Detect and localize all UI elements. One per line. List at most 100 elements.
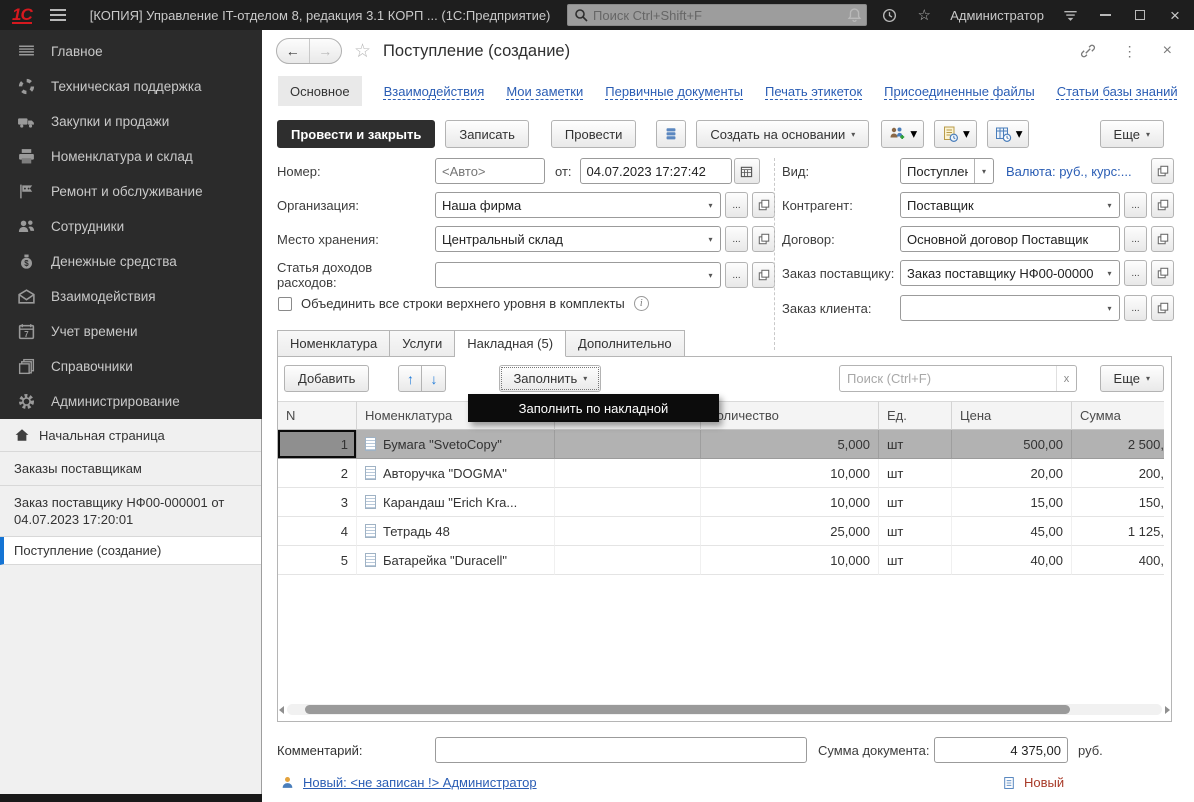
cell-price[interactable]: 15,00	[952, 488, 1072, 517]
close-window-button[interactable]: ×	[1166, 6, 1184, 24]
client-order-choose-button[interactable]: ...	[1124, 295, 1147, 321]
tab-prisoedinennye-fayly[interactable]: Присоединенные файлы	[884, 84, 1035, 99]
col-summa[interactable]: Сумма	[1072, 401, 1164, 430]
info-icon[interactable]: i	[634, 296, 649, 311]
cell-nomenclature[interactable]: Бумага "SvetoCopy"	[357, 430, 555, 459]
get-link-icon[interactable]	[1079, 42, 1097, 60]
combo-arrow-icon[interactable]: ▾	[1100, 201, 1119, 210]
expense-item-combo[interactable]: ▾	[435, 262, 721, 288]
organization-combo[interactable]: ▾	[435, 192, 721, 218]
cell-nomenclature[interactable]: Авторучка "DOGMA"	[357, 459, 555, 488]
current-user[interactable]: Администратор	[950, 8, 1044, 23]
global-search[interactable]	[567, 4, 867, 26]
cell-n[interactable]: 2	[278, 459, 357, 488]
history-icon[interactable]	[880, 6, 898, 24]
panel-collapse-icon[interactable]	[1061, 6, 1079, 24]
favorite-star-icon[interactable]: ☆	[354, 40, 371, 63]
supplier-order-choose-button[interactable]: ...	[1124, 260, 1147, 286]
cell-qty[interactable]: 5,000	[701, 430, 879, 459]
cell-extra[interactable]	[555, 459, 701, 488]
fill-dropdown-button[interactable]: Заполнить ▾	[499, 365, 601, 392]
contract-input[interactable]	[900, 226, 1120, 252]
cell-extra[interactable]	[555, 517, 701, 546]
cell-price[interactable]: 40,00	[952, 546, 1072, 575]
cell-sum[interactable]: 2 500,	[1072, 430, 1164, 459]
sidebar-item-uchet-vremeni[interactable]: 7 Учет времени	[0, 314, 262, 349]
total-input[interactable]	[934, 737, 1068, 763]
organization-input[interactable]	[436, 198, 701, 213]
organization-open-button[interactable]	[752, 192, 775, 218]
combo-arrow-icon[interactable]: ▾	[701, 271, 720, 280]
combine-checkbox[interactable]	[278, 297, 292, 311]
col-cena[interactable]: Цена	[952, 401, 1072, 430]
sidebar-item-administrirovanie[interactable]: Администрирование	[0, 384, 262, 419]
close-document-button[interactable]: ×	[1163, 42, 1172, 60]
sidebar-item-vzaimodeystviya[interactable]: Взаимодействия	[0, 279, 262, 314]
cell-sum[interactable]: 400,	[1072, 546, 1164, 575]
number-input[interactable]	[435, 158, 545, 184]
write-button[interactable]: Записать	[445, 120, 529, 148]
clear-search-icon[interactable]: x	[1056, 366, 1076, 391]
client-order-open-button[interactable]	[1151, 295, 1174, 321]
table-row[interactable]: 1 Бумага "SvetoCopy" 5,000 шт 500,00 2 5…	[278, 430, 1164, 459]
grid-more-button[interactable]: Еще ▾	[1100, 365, 1164, 392]
cell-unit[interactable]: шт	[879, 459, 952, 488]
nav-window-receipt-active[interactable]: Поступление (создание)	[0, 537, 261, 565]
forward-button[interactable]: →	[310, 39, 342, 63]
contractor-input[interactable]	[901, 198, 1100, 213]
cell-nomenclature[interactable]: Батарейка "Duracell"	[357, 546, 555, 575]
document-more-button[interactable]: Еще ▾	[1100, 120, 1164, 148]
combo-arrow-icon[interactable]: ▾	[701, 201, 720, 210]
notifications-bell-icon[interactable]	[845, 6, 863, 24]
nav-home[interactable]: Начальная страница	[0, 419, 261, 452]
cell-n[interactable]: 3	[278, 488, 357, 517]
calendar-picker-button[interactable]	[734, 158, 760, 184]
add-row-button[interactable]: Добавить	[284, 365, 369, 392]
storage-input[interactable]	[436, 232, 701, 247]
back-button[interactable]: ←	[277, 39, 310, 63]
cell-unit[interactable]: шт	[879, 546, 952, 575]
sidebar-item-denezhnye[interactable]: $ Денежные средства	[0, 244, 262, 279]
contract-choose-button[interactable]: ...	[1124, 226, 1147, 252]
grid-tab-nomenklatura[interactable]: Номенклатура	[277, 330, 390, 357]
scrollbar-thumb[interactable]	[305, 705, 1070, 714]
contacts-dropdown-button[interactable]: ▾	[881, 120, 924, 148]
scrollbar-track[interactable]	[287, 704, 1162, 715]
cell-sum[interactable]: 200,	[1072, 459, 1164, 488]
maximize-button[interactable]	[1131, 6, 1149, 24]
table-row[interactable]: 3 Карандаш "Erich Kra... 10,000 шт 15,00…	[278, 488, 1164, 517]
cell-extra[interactable]	[555, 488, 701, 517]
comment-input[interactable]	[435, 737, 807, 763]
table-row[interactable]: 5 Батарейка "Duracell" 10,000 шт 40,00 4…	[278, 546, 1164, 575]
cell-qty[interactable]: 10,000	[701, 459, 879, 488]
document-status-link[interactable]: Новый: <не записан !> Администратор	[303, 775, 537, 790]
cell-qty[interactable]: 10,000	[701, 488, 879, 517]
global-search-input[interactable]	[593, 8, 860, 23]
kind-combo[interactable]: ▾	[900, 158, 994, 184]
kind-open-button[interactable]	[1151, 158, 1174, 184]
col-n[interactable]: N	[278, 401, 357, 430]
table-row[interactable]: 4 Тетрадь 48 25,000 шт 45,00 1 125,	[278, 517, 1164, 546]
grid-tab-dopolnitelno[interactable]: Дополнительно	[566, 330, 685, 357]
post-button[interactable]: Провести	[551, 120, 637, 148]
table-tasks-dropdown-button[interactable]: ▾	[987, 120, 1030, 148]
cell-qty[interactable]: 10,000	[701, 546, 879, 575]
col-kolichestvo[interactable]: Количество	[701, 401, 879, 430]
sidebar-item-remont[interactable]: Ремонт и обслуживание	[0, 174, 262, 209]
contractor-choose-button[interactable]: ...	[1124, 192, 1147, 218]
sidebar-item-spravochniki[interactable]: Справочники	[0, 349, 262, 384]
col-ed[interactable]: Ед.	[879, 401, 952, 430]
sidebar-item-glavnoe[interactable]: Главное	[0, 34, 262, 69]
expense-item-choose-button[interactable]: ...	[725, 262, 748, 288]
client-order-input[interactable]	[901, 301, 1100, 316]
minimize-button[interactable]	[1096, 6, 1114, 24]
cell-price[interactable]: 20,00	[952, 459, 1072, 488]
client-order-combo[interactable]: ▾	[900, 295, 1120, 321]
storage-combo[interactable]: ▾	[435, 226, 721, 252]
tab-osnovnoe[interactable]: Основное	[278, 76, 362, 106]
menu-item-fill-by-invoice[interactable]: Заполнить по накладной	[519, 401, 669, 416]
grid-search[interactable]: x	[839, 365, 1077, 392]
create-based-on-button[interactable]: Создать на основании ▾	[696, 120, 869, 148]
cell-n[interactable]: 5	[278, 546, 357, 575]
cell-extra[interactable]	[555, 546, 701, 575]
